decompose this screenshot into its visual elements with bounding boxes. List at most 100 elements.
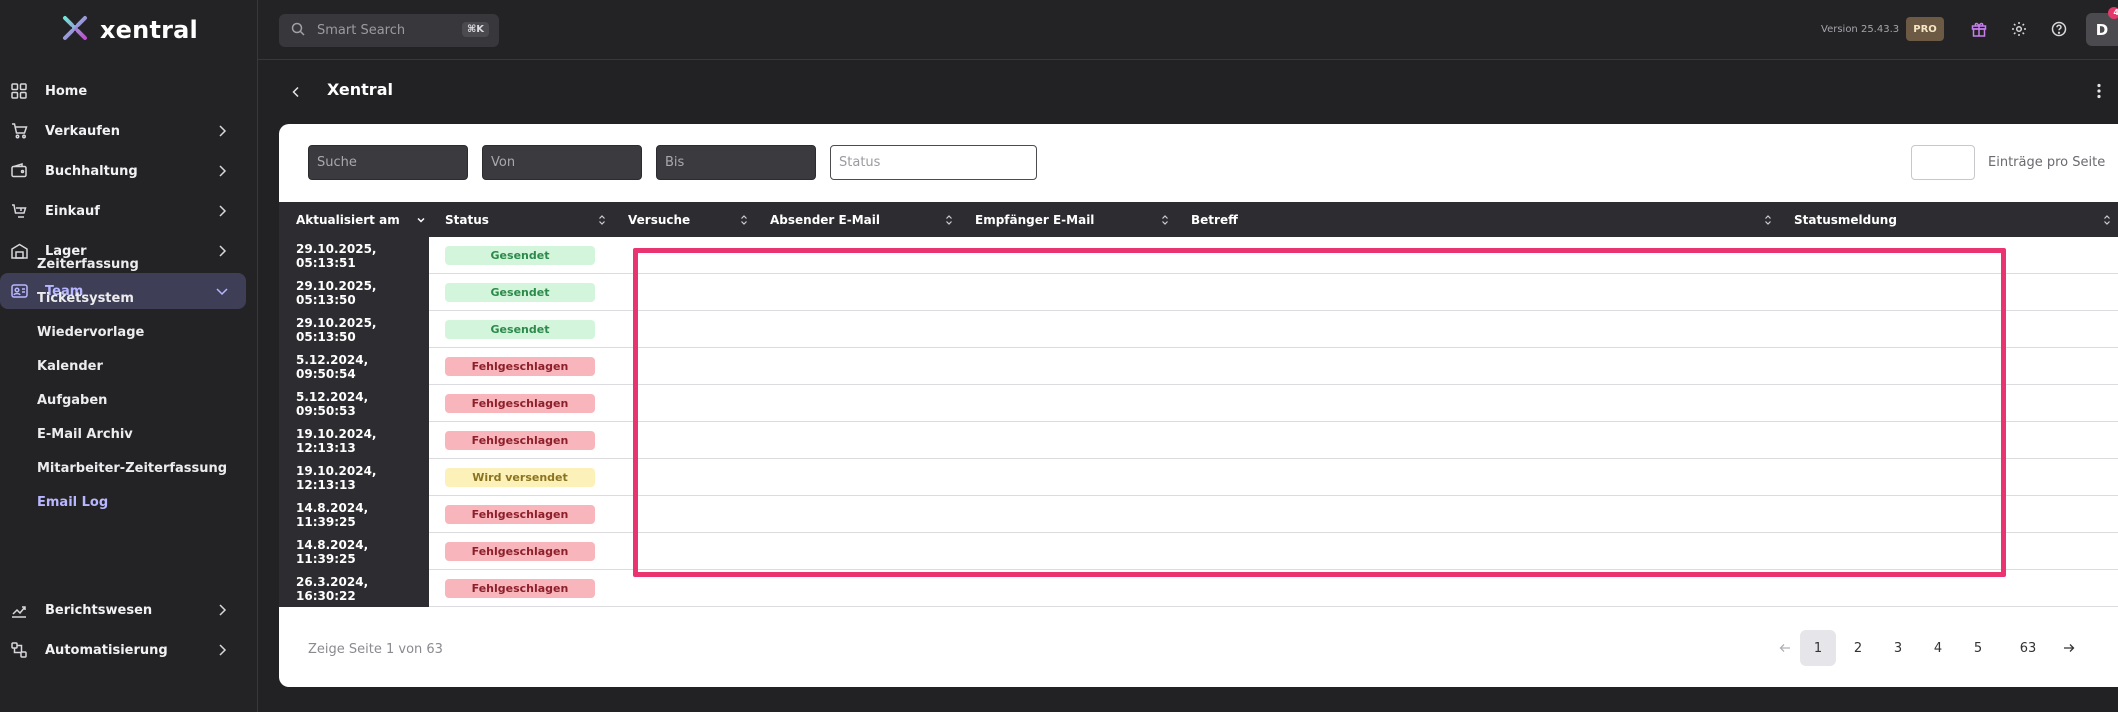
sidebar-item-label: Berichtswesen	[45, 602, 153, 618]
sidebar-item-label: Buchhaltung	[45, 163, 138, 179]
status-badge: Fehlgeschlagen	[445, 579, 595, 598]
avatar-initial: D	[2095, 20, 2109, 39]
sidebar-subitem-mitarbeiter-zeiterfassung[interactable]: Mitarbeiter-Zeiterfassung	[37, 461, 227, 476]
updated-at-cell: 19.10.2024, 12:13:13	[279, 459, 429, 496]
column-label: Empfänger E-Mail	[975, 212, 1095, 227]
page-button-1[interactable]: 1	[1800, 630, 1836, 666]
back-button[interactable]	[286, 82, 306, 102]
status-badge: Wird versendet	[445, 468, 595, 487]
status-badge: Gesendet	[445, 320, 595, 339]
page-button-3[interactable]: 3	[1880, 630, 1916, 666]
column-header-updated[interactable]: Aktualisiert am	[296, 202, 400, 237]
updated-at-cell: 29.10.2025, 05:13:50	[279, 274, 429, 311]
sort-icon[interactable]	[2101, 212, 2113, 226]
sort-icon[interactable]	[943, 212, 955, 226]
chevron-right-icon	[214, 163, 230, 179]
chevron-right-icon	[214, 123, 230, 139]
date-from-input[interactable]: Von	[482, 145, 642, 180]
updated-at-cell: 14.8.2024, 11:39:25	[279, 496, 429, 533]
sort-icon[interactable]	[738, 212, 750, 226]
chevron-right-icon	[214, 602, 230, 618]
sidebar-item-automatisierung[interactable]: Automatisierung	[0, 632, 246, 668]
page-button-2[interactable]: 2	[1840, 630, 1876, 666]
sidebar-item-home[interactable]: Home	[0, 73, 246, 109]
table-row[interactable]: 29.10.2025, 05:13:51 Gesendet	[279, 237, 2118, 274]
page-info: Zeige Seite 1 von 63	[308, 642, 443, 657]
sidebar-subitem-kalender[interactable]: Kalender	[37, 359, 103, 374]
status-badge: Gesendet	[445, 283, 595, 302]
status-filter-input[interactable]: Status	[830, 145, 1037, 180]
sidebar: xentral Home Verkaufen Buchhaltung Einka…	[0, 0, 258, 712]
table-row[interactable]: 29.10.2025, 05:13:50 Gesendet	[279, 311, 2118, 348]
table-row[interactable]: 5.12.2024, 09:50:54 Fehlgeschlagen	[279, 348, 2118, 385]
column-header-recipient[interactable]: Empfänger E-Mail	[975, 202, 1094, 237]
sort-icon[interactable]	[596, 212, 608, 226]
sidebar-subitem-ticketsystem[interactable]: Ticketsystem	[37, 291, 134, 306]
table-row[interactable]: 14.8.2024, 11:39:25 Fehlgeschlagen	[279, 533, 2118, 570]
table-row[interactable]: 26.3.2024, 16:30:22 Fehlgeschlagen	[279, 570, 2118, 607]
sort-desc-icon[interactable]	[415, 212, 427, 226]
help-icon[interactable]	[2049, 19, 2069, 39]
date-to-input[interactable]: Bis	[656, 145, 816, 180]
column-header-sender[interactable]: Absender E-Mail	[770, 202, 880, 237]
wallet-icon	[10, 162, 28, 180]
column-label: Absender E-Mail	[770, 212, 880, 227]
xentral-logo-icon	[62, 15, 88, 45]
table-row[interactable]: 19.10.2024, 12:13:13 Wird versendet	[279, 459, 2118, 496]
pro-badge[interactable]: PRO	[1906, 17, 1944, 41]
updated-at-cell: 26.3.2024, 16:30:22	[279, 570, 429, 607]
home-grid-icon	[10, 82, 28, 100]
sidebar-item-label: Home	[45, 83, 88, 99]
xentral-logo[interactable]: xentral	[62, 14, 198, 46]
sidebar-item-einkauf[interactable]: Einkauf	[0, 193, 246, 229]
updated-at-cell: 5.12.2024, 09:50:53	[279, 385, 429, 422]
automation-icon	[10, 641, 28, 659]
top-bar: Smart Search ⌘K Version 25.43.3 PRO D 4	[258, 0, 2118, 60]
smart-search-input[interactable]: Smart Search ⌘K	[279, 14, 499, 47]
notification-badge: 4	[2108, 7, 2118, 19]
sidebar-item-label: Automatisierung	[45, 642, 168, 658]
next-page-button[interactable]	[2054, 630, 2084, 666]
search-icon	[291, 21, 305, 40]
gift-icon[interactable]	[1969, 19, 1989, 39]
sidebar-subitem-email-log[interactable]: Email Log	[37, 495, 108, 510]
table-row[interactable]: 29.10.2025, 05:13:50 Gesendet	[279, 274, 2118, 311]
sidebar-subitem-email-archiv[interactable]: E-Mail Archiv	[37, 427, 133, 442]
chevron-right-icon	[214, 203, 230, 219]
column-header-status[interactable]: Status	[445, 202, 489, 237]
page-button-4[interactable]: 4	[1920, 630, 1956, 666]
search-filter-input[interactable]: Suche	[308, 145, 468, 180]
status-badge: Fehlgeschlagen	[445, 357, 595, 376]
sidebar-subitem-wiedervorlage[interactable]: Wiedervorlage	[37, 325, 144, 340]
sidebar-item-berichtswesen[interactable]: Berichtswesen	[0, 592, 246, 628]
chevron-down-icon	[214, 283, 230, 299]
sidebar-item-verkaufen[interactable]: Verkaufen	[0, 113, 246, 149]
table-row[interactable]: 19.10.2024, 12:13:13 Fehlgeschlagen	[279, 422, 2118, 459]
table-row[interactable]: 5.12.2024, 09:50:53 Fehlgeschlagen	[279, 385, 2118, 422]
sidebar-item-label: Verkaufen	[45, 123, 120, 139]
previous-page-button[interactable]	[1770, 630, 1800, 666]
sidebar-subitem-aufgaben[interactable]: Aufgaben	[37, 393, 107, 408]
gear-icon[interactable]	[2009, 19, 2029, 39]
entries-per-page-input[interactable]	[1911, 145, 1975, 180]
page-button-last[interactable]: 63	[2010, 630, 2046, 666]
sidebar-subitem-zeiterfassung[interactable]: Zeiterfassung	[37, 257, 139, 272]
user-avatar[interactable]: D 4	[2086, 7, 2118, 46]
column-header-subject[interactable]: Betreff	[1191, 202, 1238, 237]
status-badge: Fehlgeschlagen	[445, 394, 595, 413]
sort-icon[interactable]	[1762, 212, 1774, 226]
sidebar-item-buchhaltung[interactable]: Buchhaltung	[0, 153, 246, 189]
table-row[interactable]: 14.8.2024, 11:39:25 Fehlgeschlagen	[279, 496, 2118, 533]
updated-at-cell: 5.12.2024, 09:50:54	[279, 348, 429, 385]
version-label: Version 25.43.3	[1821, 24, 1900, 35]
purchase-icon	[10, 202, 28, 220]
more-options-icon[interactable]	[2092, 80, 2106, 102]
sort-icon[interactable]	[1159, 212, 1171, 226]
column-header-status-message[interactable]: Statusmeldung	[1794, 202, 1897, 237]
column-label: Aktualisiert am	[296, 212, 400, 227]
column-header-attempts[interactable]: Versuche	[628, 202, 690, 237]
team-icon	[10, 282, 28, 300]
column-label: Betreff	[1191, 212, 1238, 227]
page-button-5[interactable]: 5	[1960, 630, 1996, 666]
app-name: xentral	[100, 16, 198, 44]
